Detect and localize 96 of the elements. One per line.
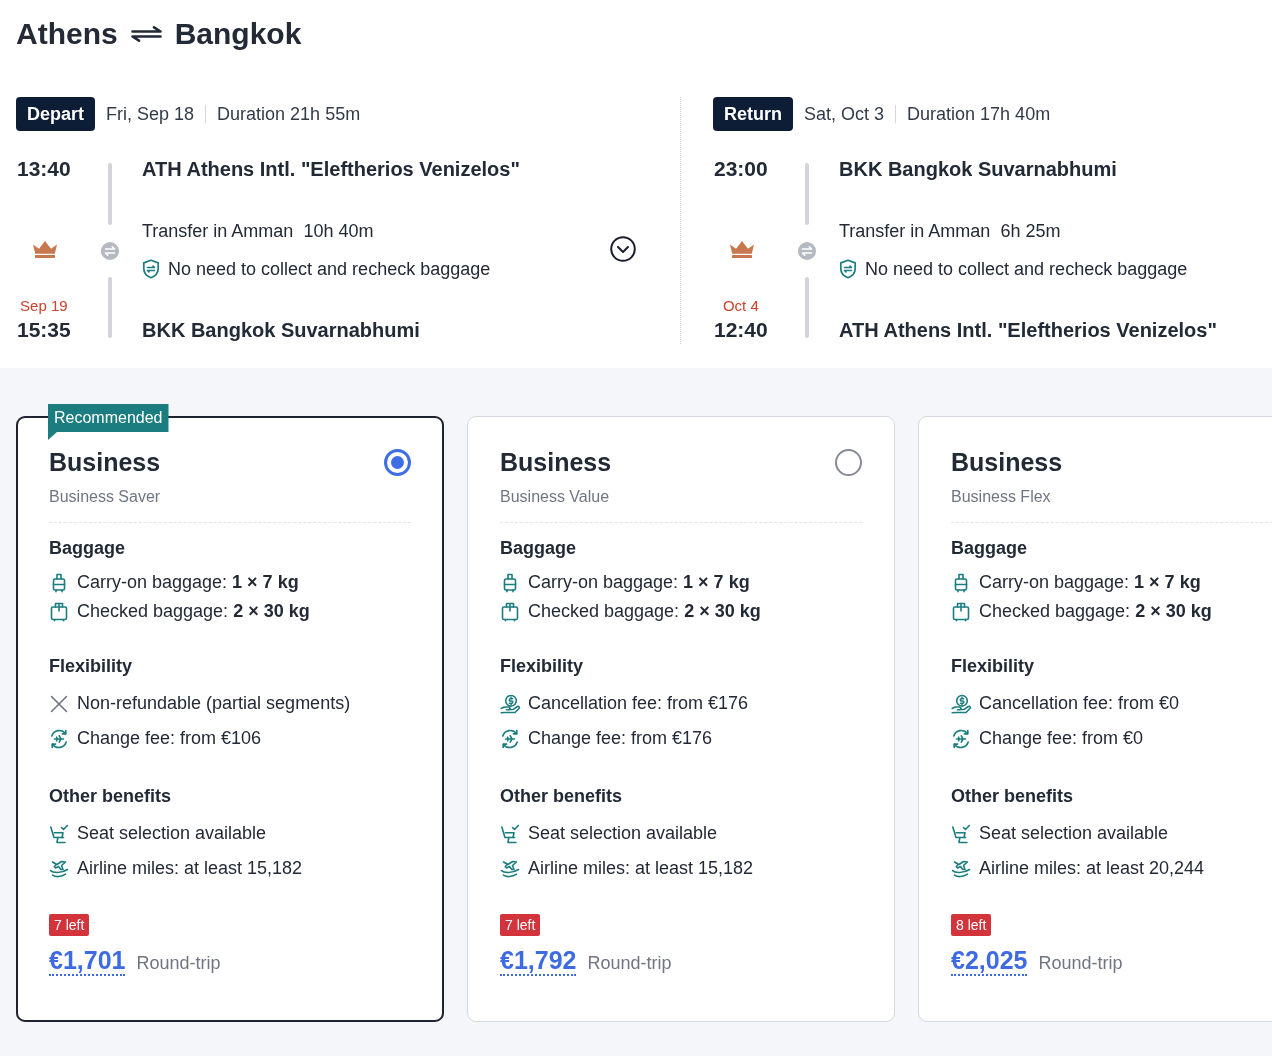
feature-text: Seat selection available (77, 823, 267, 844)
plane-circle-arrows-icon (951, 728, 971, 749)
leg-date: Fri, Sep 18 (106, 103, 195, 125)
section-heading: Flexibility (49, 655, 133, 678)
radio-button[interactable] (384, 448, 411, 476)
plane-circle-arrows-icon (49, 728, 69, 749)
shield-icon (142, 259, 160, 279)
leg-date: Sat, Oct 3 (804, 103, 885, 125)
airport-name: ATH Athens Intl. "Eleftherios Venizelos" (838, 318, 1217, 342)
origin-city: Athens (16, 16, 118, 52)
arrival-time: 15:35 (17, 318, 71, 342)
feature-text: Checked baggage: 2 × 30 kg (77, 601, 310, 622)
plane-circle-arrows-icon (500, 728, 520, 749)
feature-text: Airline miles: at least 15,182 (528, 858, 754, 879)
seats-left-label: 7 left (500, 914, 541, 936)
fare-name: Business Saver (49, 487, 161, 507)
seat-check-icon (49, 823, 69, 844)
layover-duration: 6h 25m (1000, 220, 1061, 243)
leg-duration: Duration 17h 40m (907, 103, 1051, 125)
chevron-down-icon (610, 236, 636, 262)
cabin-title: Business (49, 447, 161, 478)
fare-name: Business Value (500, 487, 610, 507)
section-heading: Flexibility (500, 655, 584, 678)
price: €1,792 (500, 946, 577, 976)
expand-button[interactable] (610, 236, 636, 262)
feature-text: Checked baggage: 2 × 30 kg (528, 601, 761, 622)
price: €2,025 (951, 946, 1028, 976)
leg-tag: Return (713, 97, 793, 131)
arrival-time: 12:40 (714, 318, 768, 342)
suitcase-icon (500, 601, 520, 622)
transfer-text: Transfer in Amman (839, 220, 991, 243)
seats-left-label: 8 left (951, 914, 992, 936)
feature-text: Change fee: from €0 (979, 728, 1144, 749)
trip-type-label: Round-trip (136, 953, 221, 974)
feature-text: Change fee: from €106 (77, 728, 262, 749)
suitcase-icon (49, 601, 69, 622)
feature-text: Carry-on baggage: 1 × 7 kg (77, 572, 299, 593)
plane-swoosh-icon (49, 858, 69, 879)
circle-arrows-icon (101, 241, 119, 260)
section-heading: Other benefits (500, 785, 623, 808)
leg-tag: Depart (16, 97, 95, 131)
section-heading: Baggage (951, 537, 1028, 560)
departure-time: 23:00 (713, 157, 768, 181)
coin-hand-icon (951, 693, 971, 714)
coin-hand-icon (500, 693, 520, 714)
feature-text: Carry-on baggage: 1 × 7 kg (979, 572, 1201, 593)
feature-text: Seat selection available (528, 823, 718, 844)
timeline-line (805, 276, 809, 338)
feature-text: Non-refundable (partial segments) (77, 693, 351, 714)
plane-swoosh-icon (500, 858, 520, 879)
destination-city: Bangkok (174, 16, 302, 52)
timeline-line (805, 163, 809, 225)
section-heading: Baggage (49, 537, 126, 560)
timeline-line (108, 163, 112, 225)
cabin-title: Business (500, 447, 612, 478)
cross-icon (49, 693, 69, 714)
shield-icon (839, 259, 857, 279)
plane-swoosh-icon (951, 858, 971, 879)
section-heading: Flexibility (951, 655, 1035, 678)
section-heading: Other benefits (49, 785, 172, 808)
feature-text: Checked baggage: 2 × 30 kg (979, 601, 1212, 622)
feature-text: Cancellation fee: from €176 (528, 693, 749, 714)
circle-arrows-icon (798, 241, 816, 260)
baggage-note: No need to collect and recheck baggage (865, 258, 1188, 281)
trip-type-label: Round-trip (587, 953, 672, 974)
feature-text: Cancellation fee: from €0 (979, 693, 1180, 714)
airport-name: ATH Athens Intl. "Eleftherios Venizelos" (141, 157, 520, 181)
crown-icon (32, 239, 58, 258)
seat-check-icon (951, 823, 971, 844)
arrival-date: Oct 4 (722, 297, 759, 315)
price: €1,701 (49, 946, 126, 976)
radio-button[interactable] (835, 448, 862, 476)
section-heading: Baggage (500, 537, 577, 560)
swap-arrows-icon (130, 26, 162, 42)
layover-duration: 10h 40m (303, 220, 374, 243)
trip-type-label: Round-trip (1038, 953, 1123, 974)
baggage-note: No need to collect and recheck baggage (168, 258, 491, 281)
seat-check-icon (500, 823, 520, 844)
leg-duration: Duration 21h 55m (217, 103, 361, 125)
timeline-line (108, 276, 112, 338)
section-heading: Other benefits (951, 785, 1074, 808)
feature-text: Carry-on baggage: 1 × 7 kg (528, 572, 750, 593)
cabin-title: Business (951, 447, 1063, 478)
transfer-text: Transfer in Amman (142, 220, 294, 243)
feature-text: Seat selection available (979, 823, 1169, 844)
fare-name: Business Flex (951, 487, 1051, 507)
seats-left-label: 7 left (49, 914, 90, 936)
arrival-date: Sep 19 (20, 297, 68, 315)
crown-icon (729, 239, 755, 258)
suitcase-icon (951, 601, 971, 622)
departure-time: 13:40 (16, 157, 71, 181)
feature-text: Airline miles: at least 20,244 (979, 858, 1205, 879)
feature-text: Change fee: from €176 (528, 728, 713, 749)
feature-text: Airline miles: at least 15,182 (77, 858, 303, 879)
airport-name: BKK Bangkok Suvarnabhumi (838, 157, 1117, 181)
airport-name: BKK Bangkok Suvarnabhumi (141, 318, 420, 342)
